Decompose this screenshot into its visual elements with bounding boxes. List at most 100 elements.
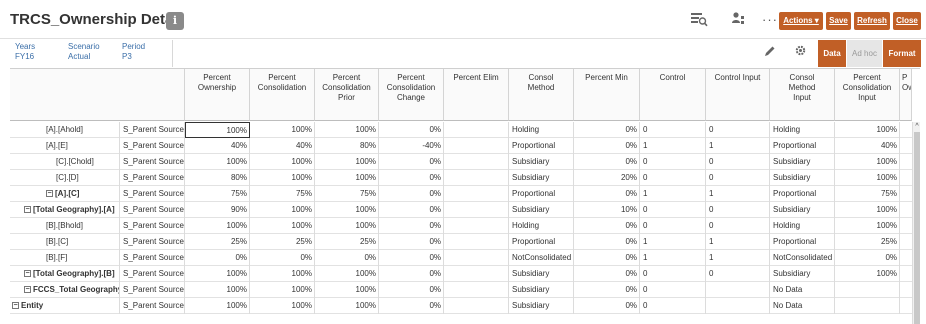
entity-member[interactable]: − [Total Geography].[B] <box>10 266 120 282</box>
entity-member[interactable]: [A].[E] <box>10 138 120 154</box>
refresh-button[interactable]: Refresh <box>854 12 890 30</box>
data-cell[interactable]: Subsidiary <box>770 202 835 218</box>
tab-data[interactable]: Data <box>818 40 846 67</box>
data-cell[interactable]: 1 <box>640 234 706 250</box>
data-cell[interactable]: Subsidiary <box>509 170 574 186</box>
data-cell[interactable] <box>444 154 509 170</box>
pov-years[interactable]: Years FY16 <box>15 42 35 62</box>
data-cell[interactable]: 40% <box>835 138 900 154</box>
data-cell[interactable]: 0% <box>574 218 640 234</box>
scroll-thumb[interactable] <box>914 132 920 324</box>
data-cell[interactable]: Subsidiary <box>770 154 835 170</box>
data-cell[interactable]: 0% <box>379 170 444 186</box>
actions-button[interactable]: Actions ▾ <box>779 12 823 30</box>
data-cell[interactable]: 0% <box>574 282 640 298</box>
data-cell[interactable]: 100% <box>835 266 900 282</box>
data-cell[interactable]: 100% <box>250 298 315 314</box>
data-cell[interactable]: 0% <box>574 138 640 154</box>
data-cell[interactable]: 0% <box>250 250 315 266</box>
source-member[interactable]: S_Parent Source <box>120 154 185 170</box>
source-member[interactable]: S_Parent Source <box>120 266 185 282</box>
data-cell[interactable]: 0% <box>574 186 640 202</box>
data-cell[interactable]: 25% <box>835 234 900 250</box>
data-cell[interactable] <box>706 282 770 298</box>
entity-member[interactable]: − [A].[C] <box>10 186 120 202</box>
column-header[interactable]: Percent Elim <box>444 69 509 121</box>
data-cell[interactable]: 75% <box>250 186 315 202</box>
data-cell[interactable]: 100% <box>185 266 250 282</box>
data-cell[interactable]: Subsidiary <box>509 202 574 218</box>
data-cell[interactable] <box>444 298 509 314</box>
source-member[interactable]: S_Parent Source <box>120 186 185 202</box>
data-cell[interactable]: Proportional <box>509 186 574 202</box>
data-cell[interactable]: Proportional <box>770 234 835 250</box>
data-cell[interactable]: 40% <box>250 138 315 154</box>
user-hierarchy-icon[interactable] <box>730 11 746 31</box>
entity-member[interactable]: [B].[F] <box>10 250 120 266</box>
source-member[interactable]: S_Parent Source <box>120 282 185 298</box>
data-cell[interactable]: Subsidiary <box>770 170 835 186</box>
more-icon[interactable]: ··· <box>762 12 778 27</box>
column-header[interactable]: Consol Method <box>509 69 574 121</box>
column-header[interactable]: Percent Consolidation Input <box>835 69 900 121</box>
data-cell[interactable]: 100% <box>185 154 250 170</box>
data-cell[interactable]: 0 <box>640 170 706 186</box>
data-cell[interactable]: 1 <box>706 138 770 154</box>
column-header[interactable]: Control <box>640 69 706 121</box>
data-cell[interactable]: 0% <box>574 234 640 250</box>
source-member[interactable]: S_Parent Source <box>120 122 185 138</box>
data-cell[interactable]: 0 <box>706 218 770 234</box>
data-cell[interactable]: Subsidiary <box>509 298 574 314</box>
data-cell[interactable]: 0% <box>379 234 444 250</box>
data-cell[interactable]: 100% <box>250 122 315 138</box>
entity-member[interactable]: [A].[Ahold] <box>10 122 120 138</box>
data-cell[interactable]: 0% <box>835 250 900 266</box>
data-cell[interactable]: Subsidiary <box>509 282 574 298</box>
data-cell[interactable]: 100% <box>835 170 900 186</box>
data-cell[interactable]: 0 <box>706 170 770 186</box>
collapse-icon[interactable]: − <box>24 286 31 294</box>
data-cell[interactable]: 100% <box>250 282 315 298</box>
data-cell[interactable]: 100% <box>315 170 379 186</box>
data-cell[interactable]: 0 <box>640 202 706 218</box>
data-cell[interactable]: 0% <box>379 250 444 266</box>
pencil-icon[interactable] <box>764 45 776 60</box>
data-cell[interactable]: 0 <box>706 122 770 138</box>
data-cell[interactable]: 100% <box>315 154 379 170</box>
data-cell[interactable]: 0 <box>640 266 706 282</box>
data-cell[interactable]: Proportional <box>770 138 835 154</box>
data-cell[interactable]: 0 <box>706 202 770 218</box>
data-cell[interactable]: 100% <box>315 218 379 234</box>
data-cell[interactable] <box>444 170 509 186</box>
data-cell[interactable]: 0% <box>379 282 444 298</box>
collapse-icon[interactable]: − <box>24 206 31 214</box>
data-cell[interactable]: 1 <box>640 250 706 266</box>
save-button[interactable]: Save <box>826 12 851 30</box>
data-cell[interactable]: -40% <box>379 138 444 154</box>
pov-scenario[interactable]: Scenario Actual <box>68 42 100 62</box>
data-cell[interactable]: Holding <box>509 218 574 234</box>
data-cell[interactable] <box>835 282 900 298</box>
data-cell[interactable]: Holding <box>770 218 835 234</box>
data-cell[interactable]: 1 <box>706 186 770 202</box>
data-cell[interactable]: 100% <box>185 218 250 234</box>
gear-icon[interactable] <box>794 44 807 60</box>
data-cell[interactable]: Subsidiary <box>509 154 574 170</box>
data-cell[interactable]: 20% <box>574 170 640 186</box>
data-cell[interactable]: 100% <box>835 202 900 218</box>
data-cell[interactable]: 1 <box>640 186 706 202</box>
entity-member[interactable]: [C].[Chold] <box>10 154 120 170</box>
data-cell[interactable]: 100% <box>315 202 379 218</box>
data-cell[interactable]: 0% <box>379 186 444 202</box>
entity-member[interactable]: − [Total Geography].[A] <box>10 202 120 218</box>
column-header[interactable]: Consol Method Input <box>770 69 835 121</box>
close-button[interactable]: Close <box>893 12 921 30</box>
source-member[interactable]: S_Parent Source <box>120 218 185 234</box>
data-cell[interactable] <box>444 266 509 282</box>
data-cell[interactable]: 0% <box>379 218 444 234</box>
source-member[interactable]: S_Parent Source <box>120 298 185 314</box>
data-cell[interactable]: Proportional <box>770 186 835 202</box>
data-cell[interactable]: Proportional <box>509 138 574 154</box>
data-cell[interactable]: 100% <box>185 298 250 314</box>
scroll-up-icon[interactable]: ^ <box>913 122 920 132</box>
